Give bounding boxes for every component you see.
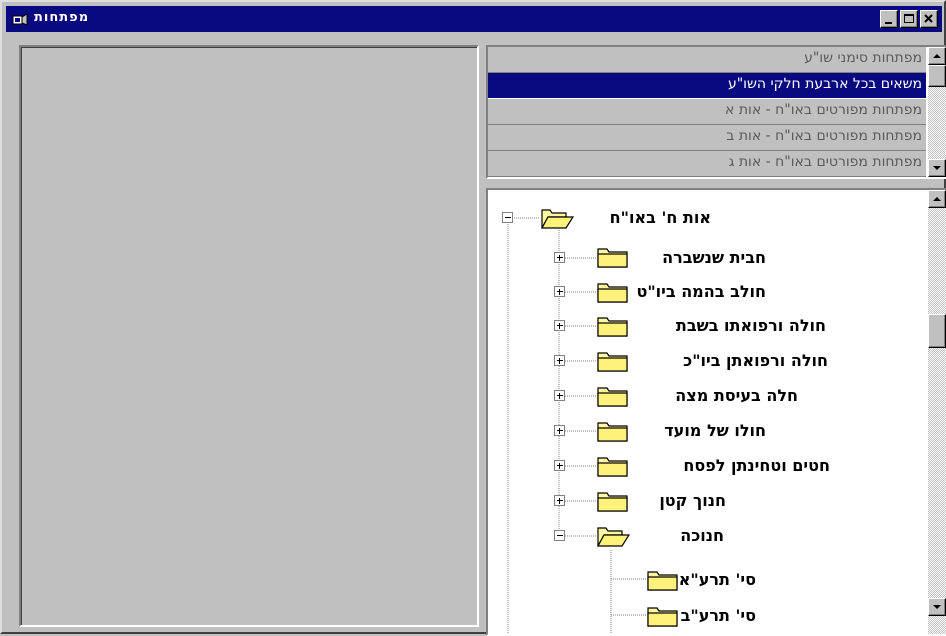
minus-box-icon [505, 217, 511, 218]
content-panel [19, 45, 479, 627]
scroll-thumb[interactable] [928, 65, 946, 87]
scroll-thumb[interactable] [928, 314, 946, 348]
folder-icon [597, 492, 628, 512]
listbox-rows: מפתחות סימני שו"ע משאים בכל ארבעת חלקי ה… [488, 47, 926, 177]
plus-box-icon [557, 323, 563, 329]
expand-toggle[interactable] [554, 425, 565, 436]
folder-icon [597, 352, 628, 372]
treeview-scrollbar[interactable] [928, 190, 946, 634]
expand-toggle[interactable] [554, 320, 565, 331]
scroll-up-button[interactable] [928, 190, 946, 208]
folder-icon [647, 607, 678, 627]
collapse-toggle[interactable] [554, 530, 565, 541]
scroll-up-button[interactable] [928, 47, 946, 65]
arrow-down-icon [933, 166, 941, 170]
folder-icon [647, 571, 678, 591]
title-bar[interactable]: מפתחות [6, 6, 942, 32]
minimize-icon [885, 22, 892, 24]
list-item-selected[interactable]: משאים בכל ארבעת חלקי השו"ע [488, 73, 926, 99]
folder-open-icon [540, 209, 574, 229]
arrow-up-icon [933, 197, 941, 201]
folder-icon [597, 387, 628, 407]
folder-open-icon [596, 527, 630, 547]
expand-toggle[interactable] [554, 390, 565, 401]
minus-box-icon [557, 535, 563, 536]
plus-box-icon [557, 463, 563, 469]
expand-toggle[interactable] [554, 355, 565, 366]
tree-node[interactable]: חולב בהמה ביו"ט [636, 282, 766, 301]
index-listbox[interactable]: מפתחות סימני שו"ע משאים בכל ארבעת חלקי ה… [486, 45, 946, 179]
folder-icon [597, 457, 628, 477]
expand-toggle[interactable] [554, 286, 565, 297]
window-title: מפתחות [34, 10, 90, 25]
list-item[interactable]: מפתחות מפורטים באו"ח - אות ב [488, 125, 926, 151]
tree-node[interactable]: חולה ורפואתן ביו"כ [683, 351, 828, 370]
expand-toggle[interactable] [554, 460, 565, 471]
app-window: מפתחות מפתחות סימני שו"ע משאים בכל ארבעת… [0, 0, 946, 636]
scroll-down-button[interactable] [928, 159, 946, 177]
list-item[interactable]: מפתחות מפורטים באו"ח - אות א [488, 99, 926, 125]
tree-node[interactable]: חולו של מועד [664, 421, 766, 440]
list-item[interactable]: מפתחות סימני שו"ע [488, 47, 926, 73]
tree-node[interactable]: חלה בעיסת מצה [675, 386, 798, 405]
expand-toggle[interactable] [554, 495, 565, 506]
tree-node[interactable]: חבית שנשברה [662, 248, 766, 267]
close-button[interactable] [920, 10, 938, 28]
plus-box-icon [557, 358, 563, 364]
tree-node-expanded[interactable]: חנוכה [680, 526, 724, 545]
tree-node[interactable]: סי' תרע"א [679, 570, 756, 589]
tree-node[interactable]: סי' תרע"ב [681, 606, 756, 625]
list-item[interactable]: מפתחות מפורטים באו"ח - אות ג [488, 151, 926, 177]
listbox-scrollbar[interactable] [928, 47, 946, 177]
topics-treeview[interactable]: אות ח' באו"ח חבית שנשברה חולב בהמה ביו"ט [486, 188, 946, 636]
plus-box-icon [557, 289, 563, 295]
close-icon [924, 14, 933, 23]
collapse-toggle[interactable] [502, 212, 513, 223]
scroll-down-button[interactable] [928, 598, 946, 616]
minimize-button[interactable] [880, 10, 898, 28]
tree-node[interactable]: חולה ורפואתו בשבת [676, 316, 826, 335]
maximize-icon [904, 14, 914, 23]
folder-icon [597, 422, 628, 442]
folder-icon [597, 248, 628, 268]
plus-box-icon [557, 428, 563, 434]
arrow-down-icon [933, 605, 941, 609]
plus-box-icon [557, 255, 563, 261]
maximize-button[interactable] [900, 10, 918, 28]
app-icon[interactable] [12, 12, 28, 26]
arrow-up-icon [933, 54, 941, 58]
plus-box-icon [557, 393, 563, 399]
expand-toggle[interactable] [554, 252, 565, 263]
plus-box-icon [557, 498, 563, 504]
folder-icon [597, 317, 628, 337]
tree-node[interactable]: חנוך קטן [659, 491, 726, 510]
folder-icon [597, 283, 628, 303]
tree-node[interactable]: חטים וטחינתן לפסח [683, 456, 830, 475]
tree-node-root[interactable]: אות ח' באו"ח [610, 208, 711, 227]
